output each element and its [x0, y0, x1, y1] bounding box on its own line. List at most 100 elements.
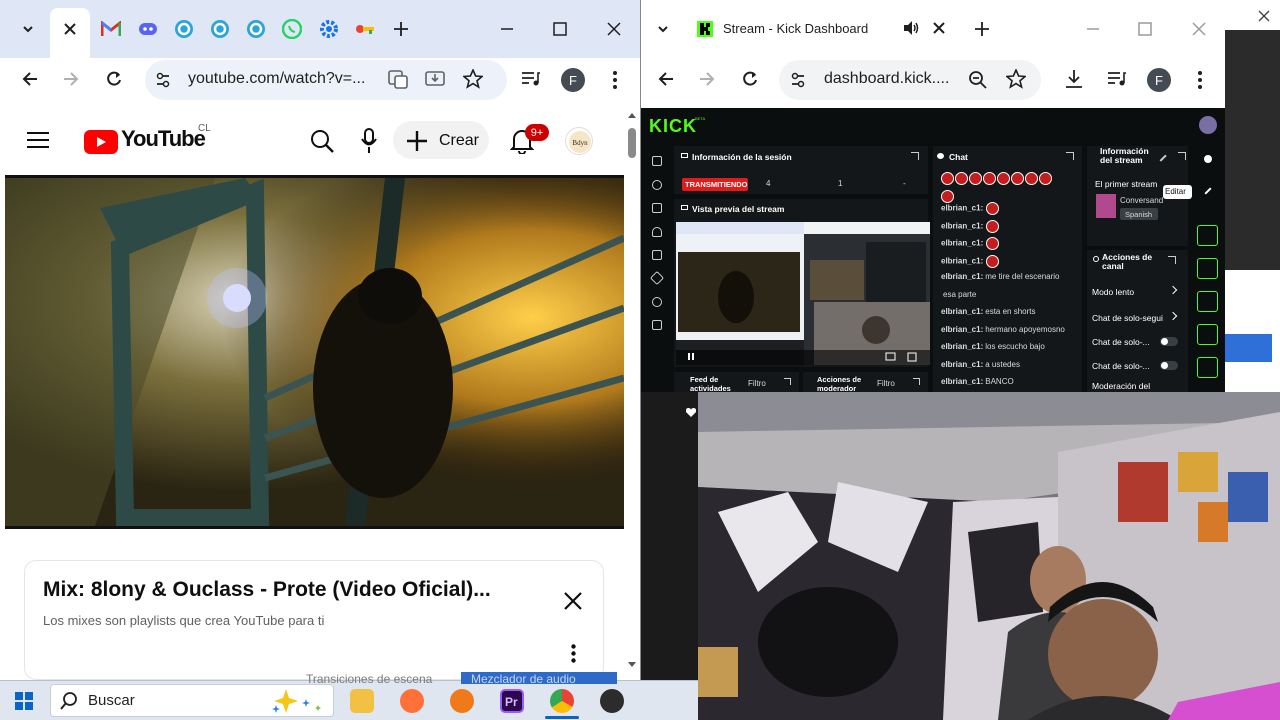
close-window-icon[interactable] [1186, 16, 1212, 42]
quick-action-button[interactable] [1197, 324, 1218, 345]
youtube-logo-text[interactable]: YouTube [121, 126, 206, 152]
maximize-icon[interactable] [547, 16, 573, 42]
video-player[interactable] [5, 175, 624, 529]
popout-icon[interactable] [1168, 256, 1176, 264]
channel-avatar[interactable]: Bdyn [565, 127, 593, 155]
close-card-icon[interactable] [564, 592, 582, 610]
chat-username[interactable]: elbrian_c1: [941, 239, 983, 248]
activity-filter[interactable]: Filtro [748, 379, 766, 388]
chat-username[interactable]: elbrian_c1: [941, 204, 983, 213]
bookmark-star-icon[interactable] [463, 69, 483, 89]
chat-username[interactable]: elbrian_c1: [941, 360, 983, 369]
subs-only-toggle[interactable] [1160, 337, 1178, 346]
quick-action-button[interactable] [1197, 258, 1218, 279]
chat-username[interactable]: elbrian_c1: [941, 377, 983, 386]
chat-message[interactable]: elbrian_c1: [941, 254, 1002, 268]
action-subs-only[interactable]: Chat de solo-... [1092, 337, 1150, 347]
emote-only-toggle[interactable] [1160, 361, 1178, 370]
chat-message[interactable]: elbrian_c1: [941, 202, 1002, 215]
stream-icon[interactable] [652, 156, 662, 166]
firefox-icon[interactable] [400, 689, 424, 713]
chat-message[interactable]: elbrian_c1: esta en shorts [941, 307, 1036, 316]
mix-title[interactable]: Mix: 8lony & Ouclass - Prote (Video Ofic… [43, 578, 491, 602]
card-more-icon[interactable] [571, 644, 576, 663]
c-app-icon[interactable] [245, 18, 267, 40]
reload-icon[interactable] [101, 66, 127, 92]
media-control-icon[interactable] [1107, 70, 1127, 88]
link-icon[interactable] [652, 180, 662, 190]
translate-icon[interactable] [388, 69, 408, 89]
chat-username[interactable]: elbrian_c1: [941, 307, 983, 316]
url-text[interactable]: dashboard.kick.... [824, 70, 949, 88]
chat-message[interactable]: elbrian_c1: a ustedes [941, 360, 1020, 369]
more-menu-icon[interactable] [613, 71, 617, 89]
more-menu-icon[interactable] [1198, 71, 1202, 89]
quick-action-button[interactable] [1197, 225, 1218, 246]
minimize-icon[interactable] [1080, 16, 1106, 42]
hamburger-menu-icon[interactable] [27, 131, 49, 149]
minimize-icon[interactable] [494, 16, 520, 42]
analytics-icon[interactable] [652, 203, 662, 213]
site-info-icon[interactable] [155, 72, 171, 88]
gmail-icon[interactable] [100, 18, 122, 40]
close-window-icon[interactable] [601, 16, 627, 42]
chat-message[interactable]: elbrian_c1: [941, 219, 1002, 233]
mod-filter[interactable]: Filtro [877, 379, 895, 388]
popout-icon[interactable] [913, 378, 920, 385]
close-tab-icon[interactable] [59, 18, 81, 40]
downloads-icon[interactable] [1064, 69, 1084, 89]
info-icon[interactable] [1204, 155, 1212, 163]
chat-message[interactable]: elbrian_c1: BANCO [941, 377, 1014, 386]
chrome-icon[interactable] [550, 689, 574, 713]
tab-search-chevron-icon[interactable] [17, 18, 39, 40]
trophy-icon[interactable] [652, 227, 662, 237]
tab-title[interactable]: Stream - Kick Dashboard [723, 21, 868, 36]
quick-action-button[interactable] [1197, 291, 1218, 312]
chat-message[interactable]: elbrian_c1: los escucho bajo [941, 342, 1045, 351]
kick-logo[interactable]: KICK [649, 116, 697, 137]
back-arrow-icon[interactable] [17, 66, 43, 92]
chat-message[interactable]: esa parte [941, 290, 976, 299]
discord-icon[interactable] [137, 18, 159, 40]
forward-arrow-icon[interactable] [694, 66, 720, 92]
c-app-icon[interactable] [209, 18, 231, 40]
chat-username[interactable]: elbrian_c1: [941, 221, 983, 230]
chat-message[interactable]: elbrian_c1: me tire del escenario [941, 272, 1060, 281]
windows-start-icon[interactable] [15, 692, 33, 710]
users-icon[interactable] [652, 297, 662, 307]
zoom-icon[interactable] [968, 70, 987, 89]
profile-avatar[interactable]: F [561, 68, 585, 92]
action-followers-only[interactable]: Chat de solo-segui [1092, 313, 1163, 323]
chat-username[interactable]: elbrian_c1: [941, 272, 983, 281]
fl-studio-icon[interactable] [450, 689, 474, 713]
back-arrow-icon[interactable] [653, 66, 679, 92]
new-tab-plus-icon[interactable] [971, 18, 993, 40]
maximize-icon[interactable] [1132, 16, 1158, 42]
close-window-icon[interactable] [1258, 10, 1270, 22]
settings-gear-icon[interactable] [318, 18, 340, 40]
youtube-logo-icon[interactable] [84, 130, 118, 154]
popout-icon[interactable] [1178, 152, 1186, 160]
quick-action-button[interactable] [1197, 357, 1218, 378]
media-icon[interactable] [652, 250, 662, 260]
chat-username[interactable]: elbrian_c1: [941, 325, 983, 334]
premiere-icon[interactable]: Pr [500, 689, 524, 713]
chat-username[interactable]: elbrian_c1: [941, 342, 983, 351]
url-text[interactable]: youtube.com/watch?v=... [188, 70, 365, 88]
action-slow-mode[interactable]: Modo lento [1092, 287, 1134, 297]
popout-icon[interactable] [911, 152, 919, 160]
obs-icon[interactable] [600, 689, 624, 713]
page-scrollbar[interactable] [626, 112, 638, 672]
chat-message[interactable]: elbrian_c1: hermano apoyemosno [941, 325, 1065, 334]
c-app-icon[interactable] [173, 18, 195, 40]
microphone-icon[interactable] [360, 128, 378, 154]
kick-user-avatar[interactable] [1199, 116, 1217, 134]
action-moderation[interactable]: Moderación del [1092, 381, 1150, 391]
close-tab-icon[interactable] [933, 22, 945, 34]
whatsapp-icon[interactable] [281, 18, 303, 40]
password-key-icon[interactable] [354, 18, 376, 40]
profile-avatar[interactable]: F [1147, 68, 1171, 92]
tab-audio-icon[interactable] [902, 20, 920, 36]
search-icon[interactable] [310, 129, 334, 153]
forward-arrow-icon[interactable] [58, 66, 84, 92]
